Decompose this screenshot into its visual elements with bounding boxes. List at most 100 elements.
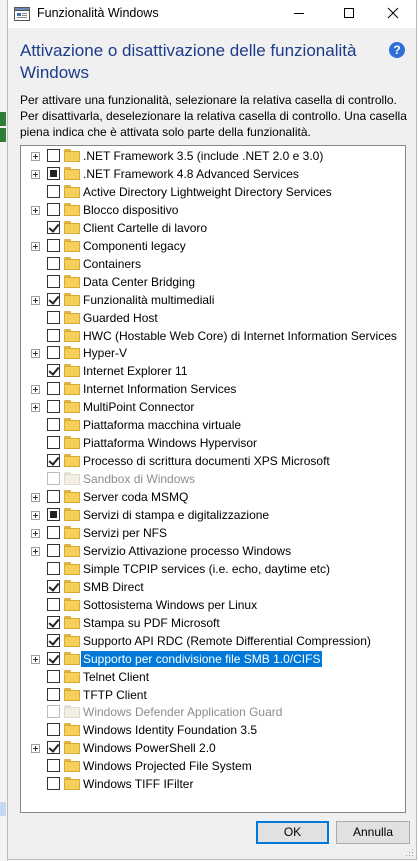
- folder-icon: [64, 633, 80, 647]
- feature-row[interactable]: Servizio Attivazione processo Windows: [21, 542, 405, 560]
- maximize-button[interactable]: [326, 0, 372, 28]
- feature-row[interactable]: SMB Direct: [21, 578, 405, 596]
- feature-checkbox[interactable]: [47, 741, 60, 755]
- feature-row[interactable]: Hyper-V: [21, 344, 405, 362]
- feature-checkbox[interactable]: [47, 238, 60, 252]
- feature-checkbox[interactable]: [47, 364, 60, 378]
- feature-row[interactable]: Windows Identity Foundation 3.5: [21, 721, 405, 739]
- feature-row[interactable]: .NET Framework 4.8 Advanced Services: [21, 165, 405, 183]
- feature-checkbox[interactable]: [47, 256, 60, 270]
- feature-checkbox[interactable]: [47, 310, 60, 324]
- resize-grip-icon[interactable]: [404, 847, 414, 857]
- expand-icon[interactable]: [31, 169, 40, 179]
- feature-checkbox[interactable]: [47, 543, 60, 557]
- feature-row[interactable]: Piattaforma macchina virtuale: [21, 416, 405, 434]
- feature-checkbox[interactable]: [47, 382, 60, 396]
- expand-icon[interactable]: [31, 546, 40, 556]
- expand-icon[interactable]: [31, 152, 40, 161]
- minimize-button[interactable]: [276, 0, 322, 28]
- folder-icon: [64, 328, 80, 342]
- feature-checkbox[interactable]: [47, 579, 60, 593]
- feature-checkbox[interactable]: [47, 292, 60, 306]
- feature-row[interactable]: Internet Information Services: [21, 380, 405, 398]
- feature-row[interactable]: Servizi di stampa e digitalizzazione: [21, 506, 405, 524]
- feature-row[interactable]: Windows Defender Application Guard: [21, 703, 405, 721]
- feature-checkbox[interactable]: [47, 759, 60, 773]
- feature-row[interactable]: TFTP Client: [21, 686, 405, 704]
- feature-checkbox[interactable]: [47, 525, 60, 539]
- feature-label: Simple TCPIP services (i.e. echo, daytim…: [83, 561, 330, 576]
- feature-row[interactable]: Active Directory Lightweight Directory S…: [21, 183, 405, 201]
- expand-icon[interactable]: [31, 241, 40, 251]
- feature-row[interactable]: Guarded Host: [21, 309, 405, 327]
- expand-icon[interactable]: [31, 205, 40, 215]
- feature-checkbox[interactable]: [47, 669, 60, 683]
- feature-row[interactable]: Internet Explorer 11: [21, 362, 405, 380]
- feature-checkbox[interactable]: [47, 687, 60, 701]
- feature-checkbox[interactable]: [47, 454, 60, 468]
- feature-checkbox[interactable]: [47, 418, 60, 432]
- feature-checkbox[interactable]: [47, 346, 60, 360]
- expand-icon[interactable]: [31, 403, 40, 413]
- features-tree[interactable]: .NET Framework 3.5 (include .NET 2.0 e 3…: [20, 145, 406, 813]
- cancel-button[interactable]: Annulla: [336, 821, 410, 844]
- feature-row[interactable]: HWC (Hostable Web Core) di Internet Info…: [21, 327, 405, 345]
- feature-checkbox[interactable]: [47, 328, 60, 342]
- feature-checkbox[interactable]: [47, 436, 60, 450]
- feature-checkbox[interactable]: [47, 651, 60, 665]
- feature-label: Windows Defender Application Guard: [83, 705, 283, 720]
- expand-icon[interactable]: [31, 349, 40, 359]
- feature-row[interactable]: Supporto API RDC (Remote Differential Co…: [21, 632, 405, 650]
- feature-row[interactable]: Servizi per NFS: [21, 524, 405, 542]
- feature-checkbox[interactable]: [47, 508, 60, 521]
- expand-icon[interactable]: [31, 493, 40, 503]
- ok-button[interactable]: OK: [256, 821, 329, 844]
- feature-row[interactable]: Windows Projected File System: [21, 757, 405, 775]
- feature-checkbox[interactable]: [47, 166, 60, 180]
- feature-row[interactable]: Sottosistema Windows per Linux: [21, 596, 405, 614]
- feature-checkbox[interactable]: [47, 184, 60, 198]
- feature-row[interactable]: Componenti legacy: [21, 237, 405, 255]
- feature-label: HWC (Hostable Web Core) di Internet Info…: [83, 328, 397, 343]
- feature-row[interactable]: Simple TCPIP services (i.e. echo, daytim…: [21, 560, 405, 578]
- feature-row[interactable]: Client Cartelle di lavoro: [21, 219, 405, 237]
- expand-icon[interactable]: [31, 385, 40, 395]
- feature-row[interactable]: Telnet Client: [21, 668, 405, 686]
- feature-row[interactable]: .NET Framework 3.5 (include .NET 2.0 e 3…: [21, 147, 405, 165]
- feature-row[interactable]: Sandbox di Windows: [21, 470, 405, 488]
- title-bar[interactable]: Funzionalità Windows: [8, 0, 416, 28]
- folder-icon: [64, 400, 80, 414]
- feature-checkbox[interactable]: [47, 400, 60, 414]
- feature-checkbox[interactable]: [47, 220, 60, 234]
- feature-checkbox[interactable]: [47, 561, 60, 575]
- feature-checkbox[interactable]: [47, 490, 60, 504]
- close-button[interactable]: [370, 0, 416, 28]
- feature-row[interactable]: Server coda MSMQ: [21, 488, 405, 506]
- feature-checkbox[interactable]: [47, 633, 60, 647]
- feature-row[interactable]: Funzionalità multimediali: [21, 291, 405, 309]
- feature-row[interactable]: Windows PowerShell 2.0: [21, 739, 405, 757]
- feature-checkbox[interactable]: [47, 274, 60, 288]
- feature-checkbox[interactable]: [47, 149, 60, 162]
- expand-icon[interactable]: [31, 295, 40, 305]
- expand-icon[interactable]: [31, 528, 40, 538]
- feature-row[interactable]: MultiPoint Connector: [21, 398, 405, 416]
- feature-checkbox[interactable]: [47, 597, 60, 611]
- feature-checkbox[interactable]: [47, 615, 60, 629]
- help-icon[interactable]: ?: [389, 42, 405, 58]
- feature-row[interactable]: Blocco dispositivo: [21, 201, 405, 219]
- expand-icon[interactable]: [31, 511, 40, 520]
- feature-row[interactable]: Data Center Bridging: [21, 273, 405, 291]
- feature-row[interactable]: Processo di scrittura documenti XPS Micr…: [21, 452, 405, 470]
- feature-checkbox[interactable]: [47, 202, 60, 216]
- feature-row[interactable]: Containers: [21, 255, 405, 273]
- expand-icon[interactable]: [31, 744, 40, 754]
- expand-icon[interactable]: [31, 654, 40, 664]
- feature-checkbox[interactable]: [47, 723, 60, 737]
- folder-icon: [64, 651, 80, 665]
- feature-row[interactable]: Windows TIFF IFilter: [21, 775, 405, 793]
- feature-row[interactable]: Piattaforma Windows Hypervisor: [21, 434, 405, 452]
- feature-row[interactable]: Stampa su PDF Microsoft: [21, 614, 405, 632]
- feature-row[interactable]: Supporto per condivisione file SMB 1.0/C…: [21, 650, 405, 668]
- feature-checkbox[interactable]: [47, 777, 60, 791]
